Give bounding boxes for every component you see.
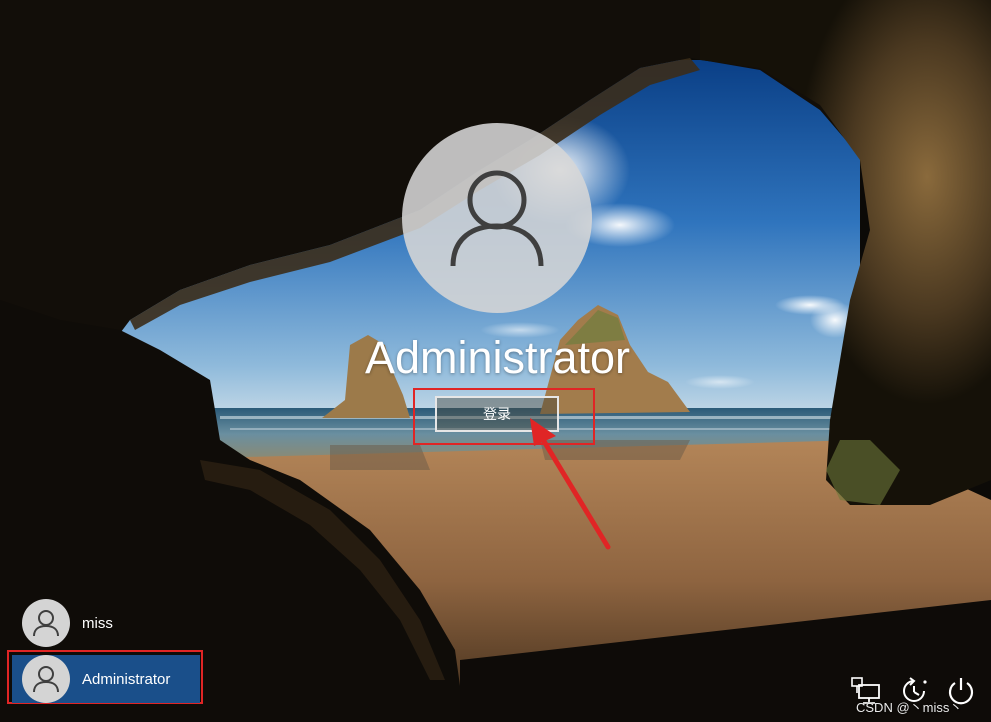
user-list-label: Administrator bbox=[82, 670, 171, 688]
user-name-heading: Administrator bbox=[364, 332, 631, 383]
user-list-label: miss bbox=[82, 614, 113, 632]
user-silhouette-icon bbox=[33, 610, 59, 637]
user-silhouette-icon bbox=[450, 170, 544, 267]
sign-in-button[interactable]: 登录 bbox=[435, 396, 559, 432]
user-list-item-miss[interactable]: miss bbox=[12, 599, 200, 647]
user-avatar bbox=[402, 123, 592, 313]
user-silhouette-icon bbox=[33, 666, 59, 693]
user-list-item-administrator[interactable]: Administrator bbox=[12, 655, 200, 703]
avatar bbox=[22, 599, 70, 647]
avatar bbox=[22, 655, 70, 703]
watermark-text: CSDN @丶miss丶 bbox=[856, 700, 963, 715]
